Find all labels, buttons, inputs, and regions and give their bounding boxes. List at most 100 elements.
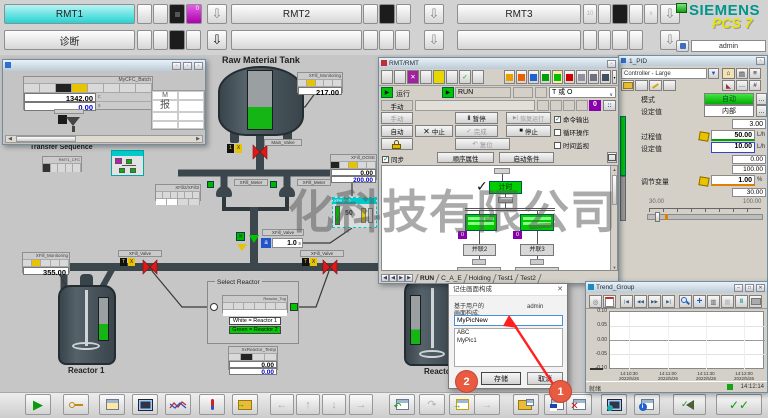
- redo-picture-button[interactable]: ↷: [419, 394, 445, 415]
- left-monitor-faceplate[interactable]: XFill_Monitoring 355.00: [22, 252, 70, 273]
- lock-button[interactable]: [381, 138, 413, 150]
- sfc-par3-box[interactable]: 并联3: [520, 244, 554, 256]
- tab-next-button[interactable]: ▶: [397, 274, 405, 282]
- sfc-transition[interactable]: [472, 259, 486, 265]
- batch-faceplate[interactable]: MyCFC_Batch 1342.00 c 0.00 s: [23, 76, 153, 110]
- resume-button[interactable]: ▶|恢复运行: [506, 112, 551, 124]
- home-view-button[interactable]: ⌂: [722, 68, 735, 79]
- list-item[interactable]: ABC: [455, 329, 562, 337]
- time-range-button[interactable]: [603, 295, 616, 308]
- picture-info-button[interactable]: i: [634, 394, 660, 415]
- sfc-transition[interactable]: [530, 259, 544, 265]
- tb-pen-icon[interactable]: [516, 70, 527, 84]
- print-button[interactable]: [749, 295, 762, 308]
- valve-mode-icon[interactable]: a: [261, 238, 271, 248]
- sfc-mini-widget[interactable]: [111, 150, 144, 176]
- forward-picture-button[interactable]: →: [474, 394, 500, 415]
- ack-all-button[interactable]: ✓✓: [716, 394, 762, 415]
- runtime-start-button[interactable]: ▶: [25, 394, 51, 415]
- blank-button-2[interactable]: [663, 80, 676, 91]
- sync-checkbox[interactable]: ✓同步: [382, 154, 404, 164]
- tab-first-button[interactable]: ◀: [381, 274, 389, 282]
- trend-button[interactable]: [165, 394, 191, 415]
- close-icon[interactable]: ✕: [557, 284, 563, 296]
- pin-button[interactable]: #: [749, 80, 761, 91]
- tb-cell-3[interactable]: [420, 70, 432, 84]
- last-interval-button[interactable]: ▶|: [662, 295, 675, 308]
- nav-down-button[interactable]: ↓: [322, 394, 346, 415]
- sequence-props-button[interactable]: 顺序属性: [437, 152, 494, 163]
- tab-test2[interactable]: Test2: [520, 275, 536, 282]
- reset-button[interactable]: ↶复位: [455, 138, 510, 150]
- reactor-toggle-faceplate[interactable]: Reactor_Tog: [222, 295, 288, 313]
- mv-value-field[interactable]: 1.00: [711, 175, 755, 186]
- tb-grid2-icon[interactable]: [588, 70, 599, 84]
- tb-zoom-icon[interactable]: [528, 70, 539, 84]
- sfc-box-bottom-right[interactable]: [515, 267, 559, 271]
- tb-sfc-icon[interactable]: [552, 70, 563, 84]
- close-button[interactable]: ▫: [756, 57, 765, 65]
- pan-button[interactable]: +: [693, 295, 706, 308]
- sp-value-field[interactable]: 10.00: [711, 142, 755, 153]
- workstation-button[interactable]: [132, 394, 158, 415]
- tb-cell-4[interactable]: [446, 70, 458, 84]
- reactor1-select-indicator[interactable]: [210, 303, 218, 311]
- detach-button[interactable]: [607, 152, 617, 163]
- command-output-checkbox[interactable]: ✓命令输出: [554, 114, 589, 124]
- close-button[interactable]: ▫: [607, 60, 616, 68]
- tb-ok-badge[interactable]: ✓: [459, 70, 471, 84]
- tb-grid3-icon[interactable]: [600, 70, 611, 84]
- mode-dropdown[interactable]: T 或 O∨: [549, 87, 616, 98]
- pause-button[interactable]: ‖暂停: [455, 112, 498, 124]
- sp-more-button[interactable]: …: [756, 105, 767, 117]
- tab-holding[interactable]: Holding: [469, 275, 491, 282]
- nav-left-button[interactable]: ←: [270, 394, 294, 415]
- nav-up-button[interactable]: ↑: [296, 394, 320, 415]
- reactor2-select-indicator[interactable]: [290, 303, 298, 311]
- transfer-sequence-widget[interactable]: RMT1_CFC: [42, 156, 82, 172]
- limits-view-button[interactable]: ≡: [749, 68, 761, 79]
- trend-plot-area[interactable]: [609, 311, 764, 369]
- abort-button[interactable]: ✕中止: [415, 125, 453, 137]
- time-monitor-checkbox[interactable]: 时间监视: [554, 140, 589, 150]
- view-dropdown[interactable]: Controller - Large: [621, 68, 707, 79]
- overview-hscrollbar[interactable]: ◀ ▶: [5, 135, 203, 143]
- view-dropdown-arrow[interactable]: ▼: [708, 68, 719, 79]
- tb-step-badge[interactable]: ✕: [407, 70, 419, 84]
- enter-picture-button[interactable]: →: [449, 394, 475, 415]
- scroll-thumb[interactable]: [16, 136, 76, 142]
- sp-source-button[interactable]: 内部: [704, 105, 754, 117]
- minimize-button[interactable]: –: [734, 284, 743, 292]
- sfc-par2-box[interactable]: 并联2: [463, 244, 496, 256]
- complete-button[interactable]: ✓完成: [455, 125, 498, 137]
- tb-more-icon[interactable]: ▾: [612, 70, 617, 84]
- stopwatch-button[interactable]: ◎: [589, 295, 602, 308]
- close-button[interactable]: ✕: [756, 284, 765, 292]
- close-button[interactable]: ▫: [194, 62, 203, 70]
- list-item[interactable]: MyPic1: [455, 337, 562, 345]
- scroll-left-arrow[interactable]: ◀: [6, 136, 14, 142]
- tb-chart-icon[interactable]: [540, 70, 551, 84]
- tb-cell-5[interactable]: [472, 70, 484, 84]
- mini-faceplate[interactable]: XFill2/XFill3: [155, 184, 201, 201]
- tab-run[interactable]: RUN: [420, 275, 434, 282]
- manual-button[interactable]: 手动: [381, 112, 413, 124]
- folder-button[interactable]: [621, 80, 634, 91]
- sfc-box-bottom-left[interactable]: [457, 267, 501, 271]
- tab-prev-button[interactable]: ◀: [389, 274, 397, 282]
- mode-more-button[interactable]: …: [756, 93, 767, 105]
- save-dialog-titlebar[interactable]: 记住画面构成 ✕: [449, 284, 567, 296]
- overview-titlebar[interactable]: ▫ ▫ ▫: [3, 60, 205, 71]
- next-interval-button[interactable]: ▶▶: [648, 295, 661, 308]
- scroll-up-arrow[interactable]: ▲: [611, 166, 618, 174]
- tab-test1[interactable]: Test1: [498, 275, 514, 282]
- cyclic-checkbox[interactable]: 循环操作: [554, 127, 589, 137]
- zoom-button[interactable]: [679, 295, 692, 308]
- blank-button-1[interactable]: [635, 80, 648, 91]
- start-cond-button[interactable]: 启动条件: [499, 152, 554, 163]
- tb-cell-1[interactable]: [381, 70, 393, 84]
- first-interval-button[interactable]: |◀: [620, 295, 633, 308]
- step-list-button[interactable]: ::: [603, 100, 616, 111]
- table-button[interactable]: ▦: [721, 295, 734, 308]
- web-client-button[interactable]: [601, 394, 627, 415]
